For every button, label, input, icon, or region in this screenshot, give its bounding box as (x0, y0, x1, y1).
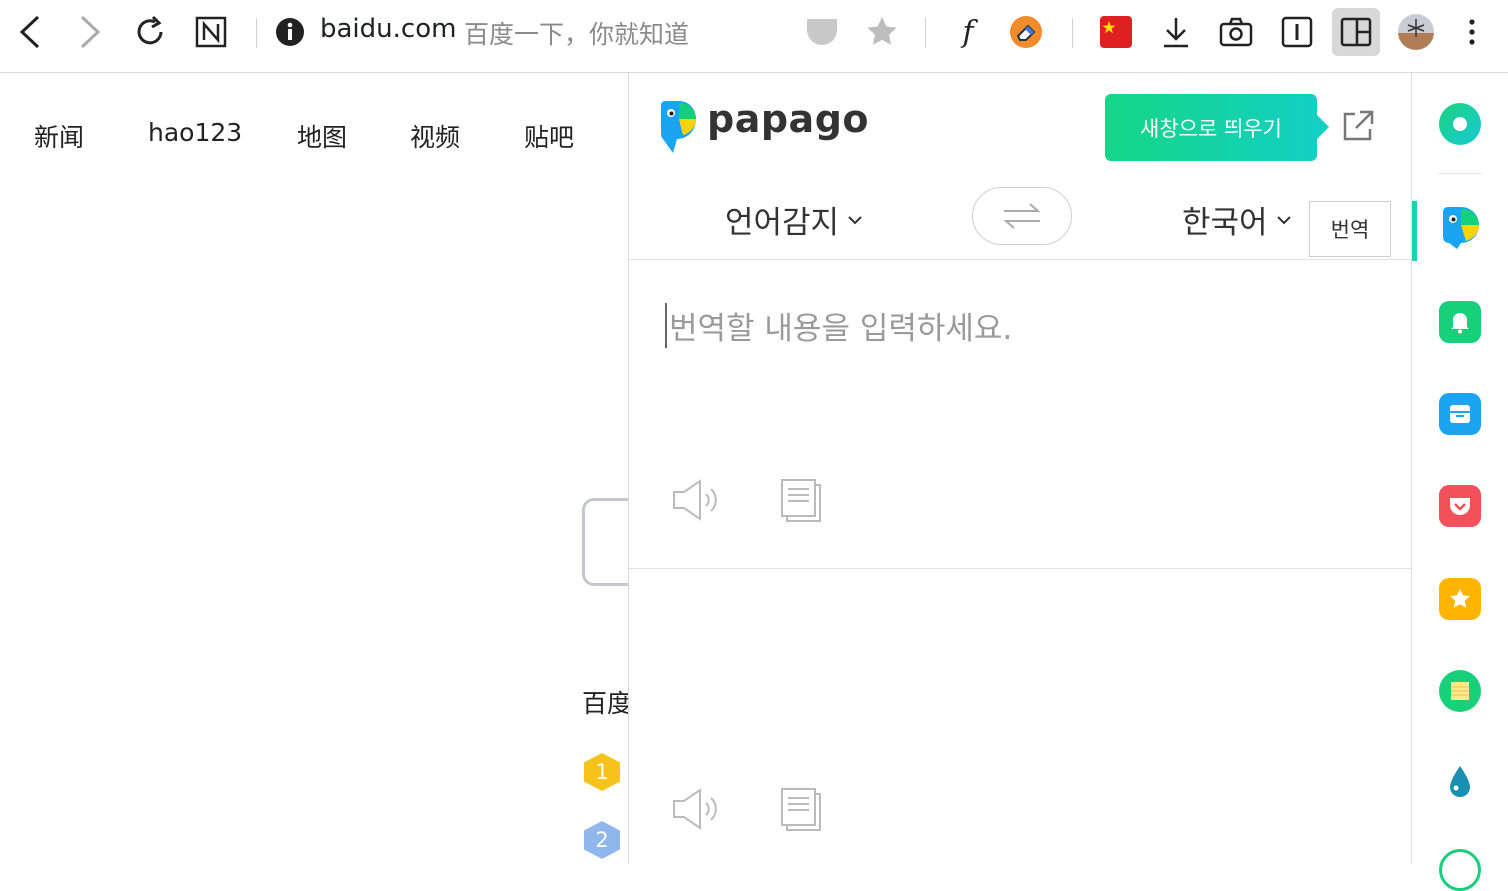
sidebar-toggle-icon[interactable] (1332, 8, 1380, 56)
rank-badge: 1 (584, 753, 620, 791)
copy-icon[interactable] (773, 476, 829, 524)
bell-icon[interactable] (1439, 301, 1481, 343)
chevron-down-icon (1276, 215, 1291, 224)
nav-link-video[interactable]: 视频 (410, 118, 460, 154)
papago-icon[interactable] (1439, 207, 1481, 249)
swap-languages-button[interactable] (972, 187, 1072, 245)
info-icon[interactable] (268, 10, 312, 54)
back-icon[interactable] (8, 10, 52, 54)
active-indicator (1412, 201, 1417, 261)
papago-logo-icon (655, 101, 697, 159)
profile-avatar-icon[interactable] (1394, 10, 1438, 54)
source-language-label: 언어감지 (725, 205, 840, 241)
new-window-tooltip: 새창으로 띄우기 (1105, 94, 1329, 161)
target-language-select[interactable]: 한국어 (1182, 197, 1292, 242)
favorite-star-icon[interactable] (1439, 578, 1481, 620)
papago-brand: papago (707, 97, 869, 141)
hot-list-title: 百度 (582, 689, 633, 718)
camera-icon[interactable] (1214, 10, 1258, 54)
download-icon[interactable] (1154, 10, 1198, 54)
whale-circle-icon[interactable] (1439, 103, 1481, 145)
whale-sidebar (1411, 73, 1508, 891)
pocket-icon[interactable] (800, 10, 844, 54)
pocket-icon[interactable] (1439, 485, 1481, 527)
source-text-area[interactable]: 번역할 내용을 입력하세요. (629, 260, 1412, 568)
open-new-window-icon[interactable] (1341, 109, 1375, 147)
speaker-icon[interactable] (669, 476, 725, 524)
reader-icon[interactable] (1275, 10, 1319, 54)
storage-box-icon[interactable] (1439, 393, 1481, 435)
whale-circle-icon[interactable] (1439, 849, 1481, 891)
target-language-label: 한국어 (1182, 205, 1268, 241)
sidebar-divider (1438, 173, 1482, 174)
font-icon[interactable]: f (946, 10, 990, 54)
nav-link-news[interactable]: 新闻 (34, 118, 84, 154)
source-language-select[interactable]: 언어감지 (725, 197, 863, 242)
chevron-down-icon (848, 215, 862, 224)
nav-link-tieba[interactable]: 贴吧 (524, 118, 574, 154)
translate-button[interactable]: 번역 (1309, 201, 1391, 257)
papago-panel: papago 새창으로 띄우기 언어감지 한국어 번역 번역할 내용을 입력하세… (628, 73, 1412, 864)
notes-icon[interactable] (1439, 670, 1481, 712)
water-drop-icon[interactable] (1439, 761, 1481, 803)
notion-icon[interactable] (189, 10, 233, 54)
url-host[interactable]: baidu.com (320, 14, 456, 44)
copy-icon[interactable] (773, 785, 829, 833)
eraser-extension-icon[interactable] (1004, 10, 1048, 54)
china-flag-icon[interactable] (1094, 10, 1138, 54)
rank-badge: 2 (584, 821, 620, 859)
nav-link-map[interactable]: 地图 (297, 118, 347, 154)
forward-icon[interactable] (68, 10, 112, 54)
swap-arrows-icon (1003, 203, 1041, 229)
speaker-icon[interactable] (669, 785, 725, 833)
nav-link-hao123[interactable]: hao123 (148, 118, 242, 147)
reload-icon[interactable] (128, 10, 172, 54)
result-text-area (629, 569, 1412, 864)
star-icon[interactable] (860, 10, 904, 54)
menu-kebab-icon[interactable] (1450, 10, 1494, 54)
input-placeholder: 번역할 내용을 입력하세요. (665, 303, 1012, 348)
browser-toolbar: baidu.com 百度一下，你就知道 f (0, 0, 1508, 73)
page-title[interactable]: 百度一下，你就知道 (464, 15, 689, 51)
